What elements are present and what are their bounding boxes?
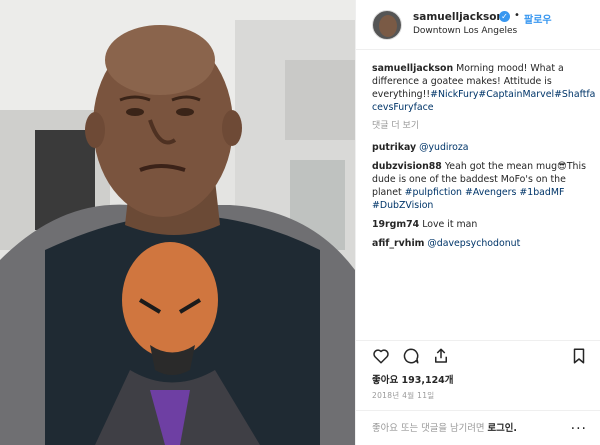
- caption-author[interactable]: samuelljackson: [372, 63, 453, 74]
- comment-text: Love it man: [422, 219, 478, 230]
- follow-button[interactable]: 팔로우: [524, 11, 552, 26]
- comment-item: dubzvision88 Yeah got the mean mug😎This …: [372, 160, 596, 212]
- post-photo[interactable]: [0, 0, 355, 445]
- bookmark-icon[interactable]: [570, 347, 588, 365]
- login-link[interactable]: 로그인.: [487, 423, 516, 434]
- comment-mention[interactable]: @yudiroza: [419, 142, 468, 153]
- comment-item: afif_rvhim @davepsychodonut: [372, 237, 596, 250]
- more-options-icon[interactable]: ...: [571, 417, 587, 433]
- comment-author[interactable]: 19rgm74: [372, 219, 419, 230]
- share-icon[interactable]: [432, 347, 450, 365]
- view-more-comments[interactable]: 댓글 더 보기: [372, 120, 596, 133]
- comment-author[interactable]: afif_rvhim: [372, 238, 424, 249]
- header-username[interactable]: samuelljackson: [413, 11, 504, 23]
- comment-author[interactable]: dubzvision88: [372, 161, 442, 172]
- comment-item: 19rgm74 Love it man: [372, 218, 596, 231]
- comment-icon[interactable]: [402, 347, 420, 365]
- location-link[interactable]: Downtown Los Angeles: [413, 26, 517, 36]
- avatar[interactable]: [372, 10, 402, 40]
- like-count[interactable]: 좋아요 193,124개: [372, 372, 454, 386]
- caption: samuelljackson Morning mood! What a diff…: [372, 62, 596, 114]
- post-side-panel: samuelljackson ✓ • 팔로우 Downtown Los Ange…: [355, 0, 600, 445]
- comment-footer: 좋아요 또는 댓글을 남기려면 로그인. ...: [356, 410, 600, 445]
- comment-author[interactable]: putrikay: [372, 142, 416, 153]
- login-prompt-text: 좋아요 또는 댓글을 남기려면: [372, 423, 485, 434]
- comment-mention[interactable]: @davepsychodonut: [427, 238, 520, 249]
- comment-item: putrikay @yudiroza: [372, 141, 596, 154]
- login-prompt: 좋아요 또는 댓글을 남기려면 로그인.: [372, 420, 517, 434]
- comment-list: samuelljackson Morning mood! What a diff…: [372, 62, 596, 256]
- heart-icon[interactable]: [372, 347, 390, 365]
- header-separator: •: [514, 10, 520, 21]
- post-date[interactable]: 2018년 4월 11일: [372, 390, 434, 401]
- action-bar: [356, 340, 600, 368]
- verified-badge-icon: ✓: [499, 11, 510, 22]
- post-header: samuelljackson ✓ • 팔로우 Downtown Los Ange…: [356, 0, 600, 50]
- post-image: [0, 0, 355, 445]
